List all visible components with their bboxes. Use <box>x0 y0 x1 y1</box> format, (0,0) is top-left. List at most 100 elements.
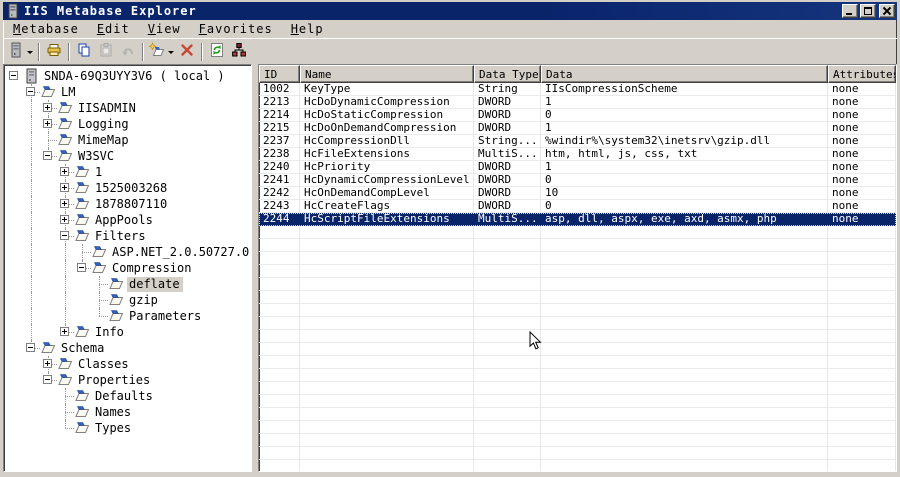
cell-attributes: none <box>828 83 896 96</box>
empty-row <box>259 304 896 317</box>
tree-expander[interactable] <box>57 228 74 244</box>
refresh-button[interactable] <box>206 41 228 63</box>
key-folder-icon <box>91 244 107 260</box>
menu-help[interactable]: Help <box>282 21 333 38</box>
property-row[interactable]: 2215 HcDoOnDemandCompression DWORD 1 none <box>259 122 896 135</box>
tree-item-asp-net-2-0-50727-0[interactable]: ASP.NET_2.0.50727.0 <box>6 244 251 260</box>
tree-guide <box>40 180 57 196</box>
cell-data-type: String... <box>474 135 541 148</box>
toolbar-separator <box>201 42 203 61</box>
column-header-data[interactable]: Data <box>541 65 828 83</box>
tree-expander[interactable] <box>40 116 57 132</box>
tree-item-logging[interactable]: Logging <box>6 116 251 132</box>
tree-expander[interactable] <box>40 148 57 164</box>
tree-expander[interactable] <box>57 212 74 228</box>
tree-item-properties[interactable]: Properties <box>6 372 251 388</box>
cell-id <box>259 382 300 395</box>
computer-icon <box>23 68 39 84</box>
tree-item-label: Logging <box>78 116 129 131</box>
tree-item-compression[interactable]: Compression <box>6 260 251 276</box>
tree-item-defaults[interactable]: Defaults <box>6 388 251 404</box>
tree-expander[interactable] <box>40 356 57 372</box>
tree-expander[interactable] <box>23 84 40 100</box>
menu-metabase[interactable]: Metabase <box>4 21 88 38</box>
key-folder-icon <box>57 100 73 116</box>
property-row[interactable]: 2243 HcCreateFlags DWORD 0 none <box>259 200 896 213</box>
column-header-name[interactable]: Name <box>300 65 474 83</box>
property-row[interactable]: 2214 HcDoStaticCompression DWORD 0 none <box>259 109 896 122</box>
tree-guide <box>40 244 57 260</box>
key-folder-icon <box>40 84 56 100</box>
tree-guide <box>23 308 40 324</box>
minimize-button[interactable] <box>842 4 858 18</box>
tree-expander[interactable] <box>57 164 74 180</box>
column-header-data-type[interactable]: Data Type <box>474 65 541 83</box>
tree-item-apppools[interactable]: AppPools <box>6 212 251 228</box>
tree-item-classes[interactable]: Classes <box>6 356 251 372</box>
tree-item-1878807110[interactable]: 1878807110 <box>6 196 251 212</box>
delete-button[interactable] <box>176 41 198 63</box>
new-key-button[interactable] <box>147 41 176 63</box>
toolbar-separator <box>142 42 144 61</box>
property-row[interactable]: 2240 HcPriority DWORD 1 none <box>259 161 896 174</box>
tree-item-names[interactable]: Names <box>6 404 251 420</box>
property-row[interactable]: 2213 HcDoDynamicCompression DWORD 1 none <box>259 96 896 109</box>
menu-view[interactable]: View <box>139 21 190 38</box>
tree-connector <box>57 404 74 420</box>
tree-connector <box>91 276 108 292</box>
dropdown-arrow-icon[interactable] <box>168 50 174 57</box>
tree-guide <box>23 244 40 260</box>
tree-expander[interactable] <box>40 100 57 116</box>
tree-expander[interactable] <box>57 324 74 340</box>
key-folder-icon <box>74 388 90 404</box>
tree-expander[interactable] <box>74 260 91 276</box>
tree-connector <box>91 292 108 308</box>
cell-data: 1 <box>541 122 828 135</box>
maximize-button[interactable] <box>860 4 876 18</box>
tree-expander[interactable] <box>57 180 74 196</box>
cell-data-type: DWORD <box>474 174 541 187</box>
tree-item-types[interactable]: Types <box>6 420 251 436</box>
close-button[interactable] <box>879 4 895 18</box>
tree-guide <box>57 292 74 308</box>
property-row[interactable]: 2241 HcDynamicCompressionLevel DWORD 0 none <box>259 174 896 187</box>
printer-icon <box>46 42 62 62</box>
cell-name <box>300 369 474 382</box>
copy-button[interactable] <box>73 41 95 63</box>
column-header-attributes[interactable]: Attributes <box>828 65 896 83</box>
property-row[interactable]: 2237 HcCompressionDll String... %windir%\sy… <box>259 135 896 148</box>
tree-item-deflate[interactable]: deflate <box>6 276 251 292</box>
properties-list-panel: ID Name Data Type Data Attributes 1002 KeyTyp… <box>258 64 897 472</box>
tree-item-schema[interactable]: Schema <box>6 340 251 356</box>
tree-item-gzip[interactable]: gzip <box>6 292 251 308</box>
tree-item-mimemap[interactable]: MimeMap <box>6 132 251 148</box>
tree-expander[interactable] <box>6 68 23 84</box>
cell-data <box>541 356 828 369</box>
tree-item-info[interactable]: Info <box>6 324 251 340</box>
property-row[interactable]: 1002 KeyType String IIsCompressionScheme non… <box>259 83 896 96</box>
view-hierarchy-button[interactable] <box>228 41 250 63</box>
tree-expander[interactable] <box>40 372 57 388</box>
tree-item-1[interactable]: 1 <box>6 164 251 180</box>
tree-item-iisadmin[interactable]: IISADMIN <box>6 100 251 116</box>
connect-server-button[interactable] <box>6 41 35 63</box>
column-header-id[interactable]: ID <box>259 65 300 83</box>
cell-data <box>541 304 828 317</box>
tree-item-label: 1525003268 <box>95 180 168 195</box>
property-row[interactable]: 2244 HcScriptFileExtensions MultiS... asp, … <box>259 213 896 226</box>
tree-item-parameters[interactable]: Parameters <box>6 308 251 324</box>
tree-item-filters[interactable]: Filters <box>6 228 251 244</box>
property-row[interactable]: 2242 HcOnDemandCompLevel DWORD 10 none <box>259 187 896 200</box>
tree-item-lm[interactable]: LM <box>6 84 251 100</box>
menu-edit[interactable]: Edit <box>88 21 139 38</box>
dropdown-arrow-icon[interactable] <box>27 50 33 57</box>
tree-item-label: SNDA-69Q3UYY3V6 ( local ) <box>44 68 225 83</box>
tree-item-1525003268[interactable]: 1525003268 <box>6 180 251 196</box>
menu-favorites[interactable]: Favorites <box>190 21 282 38</box>
tree-expander[interactable] <box>23 340 40 356</box>
print-button[interactable] <box>43 41 65 63</box>
property-row[interactable]: 2238 HcFileExtensions MultiS... htm, html, … <box>259 148 896 161</box>
tree-expander[interactable] <box>57 196 74 212</box>
tree-item-w3svc[interactable]: W3SVC <box>6 148 251 164</box>
tree-item-snda-69q3uyy3v6-local[interactable]: SNDA-69Q3UYY3V6 ( local ) <box>6 68 251 84</box>
